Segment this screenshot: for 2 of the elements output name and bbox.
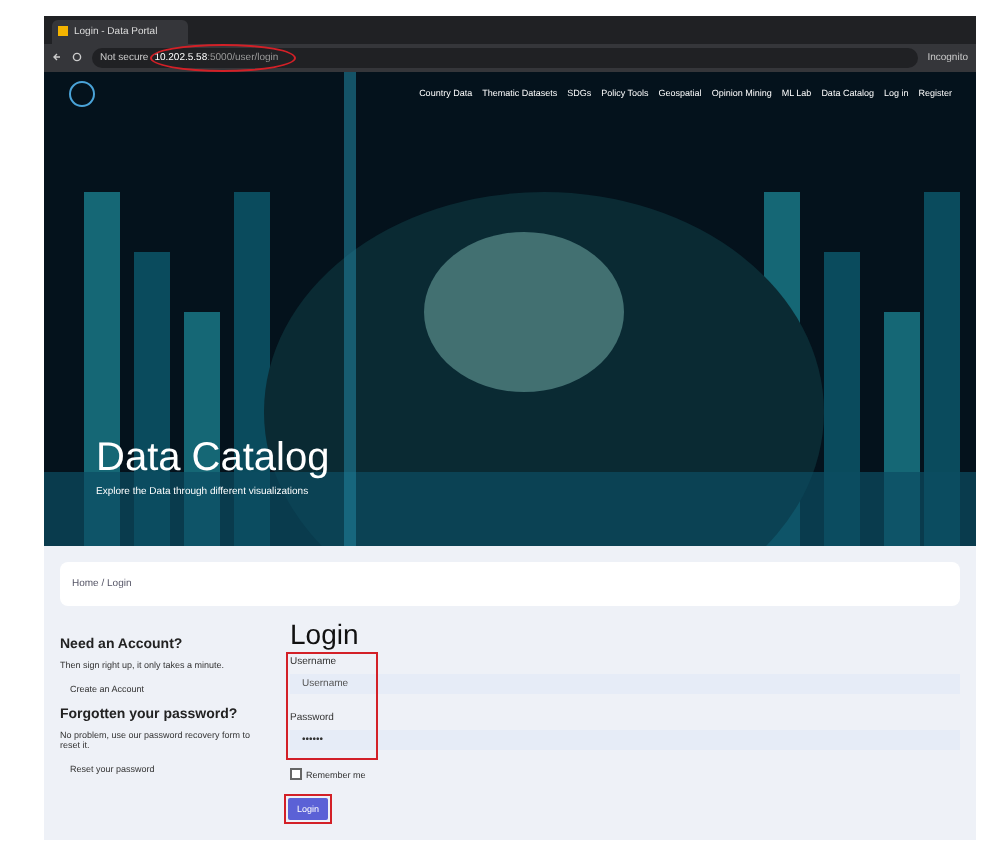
hero-title: Data Catalog <box>96 436 330 483</box>
form-title: Login <box>290 618 361 651</box>
